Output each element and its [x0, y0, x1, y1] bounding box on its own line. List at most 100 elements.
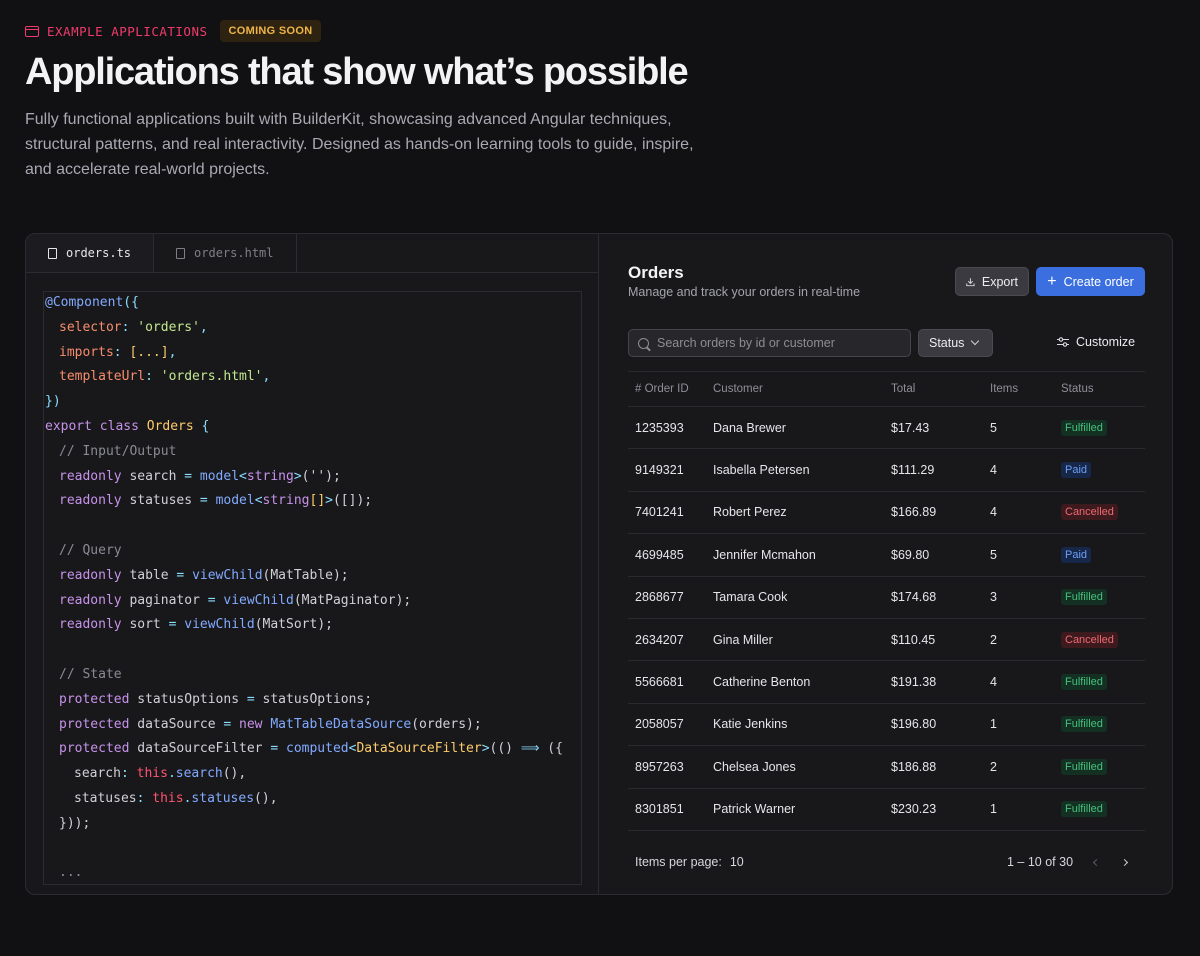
- column-header-items[interactable]: Items: [990, 383, 1061, 395]
- previous-page-button[interactable]: [1090, 856, 1102, 868]
- status-filter-dropdown[interactable]: Status: [918, 329, 993, 357]
- column-header-order-id[interactable]: # Order ID: [628, 383, 713, 395]
- order-id-cell: 1235393: [635, 420, 684, 435]
- chevron-left-icon: [1092, 858, 1100, 866]
- total-cell: $174.68: [891, 590, 937, 605]
- sliders-icon: [1057, 337, 1069, 347]
- plus-icon: +: [1047, 272, 1057, 290]
- table-row[interactable]: 2868677 Tamara Cook $174.68 3 Fulfilled: [628, 577, 1145, 619]
- table-body: 1235393 Dana Brewer $17.43 5 Fulfilled 914932…: [628, 407, 1145, 831]
- status-badge: Fulfilled: [1061, 674, 1107, 691]
- status-badge: Fulfilled: [1061, 758, 1107, 775]
- column-header-customer[interactable]: Customer: [713, 383, 891, 395]
- status-cell: Paid: [1061, 462, 1145, 479]
- page-range: 1 – 10 of 30: [1007, 855, 1074, 869]
- status-badge: Fulfilled: [1061, 801, 1107, 818]
- file-icon: [48, 247, 57, 259]
- next-page-button[interactable]: [1118, 856, 1130, 868]
- table-row[interactable]: 5566681 Catherine Benton $191.38 4 Fulfilled: [628, 661, 1145, 704]
- customer-cell: Dana Brewer: [713, 420, 786, 435]
- eyebrow: EXAMPLE APPLICATIONS COMING SOON: [25, 20, 725, 42]
- order-id-cell: 2868677: [635, 590, 684, 605]
- total-cell: $69.80: [891, 547, 930, 562]
- status-badge: Paid: [1061, 462, 1092, 479]
- customer-cell: Gina Miller: [713, 632, 773, 647]
- table-row[interactable]: 4699485 Jennifer Mcmahon $69.80 5 Paid: [628, 534, 1145, 577]
- status-badge: Cancelled: [1061, 631, 1118, 648]
- items-cell: 2: [990, 759, 997, 774]
- status-badge: Paid: [1061, 546, 1092, 563]
- customer-cell: Patrick Warner: [713, 802, 796, 817]
- items-cell: 4: [990, 505, 997, 520]
- export-button[interactable]: Export: [955, 267, 1029, 296]
- paginator: Items per page: 10 1 – 10 of 30: [635, 855, 1145, 869]
- items-cell: 5: [990, 420, 997, 435]
- customer-cell: Isabella Petersen: [713, 463, 810, 478]
- export-label: Export: [981, 274, 1018, 289]
- total-cell: $191.38: [891, 675, 937, 690]
- status-filter-label: Status: [929, 336, 965, 350]
- search-icon: [638, 337, 649, 349]
- search-input[interactable]: [657, 336, 897, 350]
- table-row[interactable]: 7401241 Robert Perez $166.89 4 Cancelled: [628, 492, 1145, 535]
- items-cell: 4: [990, 675, 997, 690]
- page-description: Fully functional applications built with…: [25, 110, 694, 178]
- customer-cell: Tamara Cook: [713, 590, 788, 605]
- customer-cell: Katie Jenkins: [713, 717, 788, 732]
- table-row[interactable]: 8301851 Patrick Warner $230.23 1 Fulfilled: [628, 789, 1145, 831]
- coming-soon-badge: COMING SOON: [219, 20, 322, 42]
- order-id-cell: 2058057: [635, 717, 684, 732]
- orders-pane: Orders Manage and track your orders in r…: [600, 234, 1172, 894]
- chevron-right-icon: [1120, 858, 1128, 866]
- table-row[interactable]: 9149321 Isabella Petersen $111.29 4 Paid: [628, 449, 1145, 492]
- status-cell: Cancelled: [1061, 504, 1145, 521]
- order-id-cell: 2634207: [635, 632, 684, 647]
- total-cell: $230.23: [891, 802, 937, 817]
- items-cell: 1: [990, 717, 997, 732]
- status-badge: Fulfilled: [1061, 589, 1107, 606]
- table-row[interactable]: 2058057 Katie Jenkins $196.80 1 Fulfilled: [628, 704, 1145, 747]
- chevron-down-icon: [971, 336, 980, 346]
- order-id-cell: 8957263: [635, 759, 684, 774]
- status-cell: Fulfilled: [1061, 419, 1145, 436]
- total-cell: $166.89: [891, 505, 937, 520]
- items-per-page-select[interactable]: 10: [730, 855, 744, 869]
- table-row[interactable]: 2634207 Gina Miller $110.45 2 Cancelled: [628, 619, 1145, 662]
- tab-orders-html[interactable]: orders.html: [154, 234, 297, 272]
- code-pane: orders.ts orders.html @Component({select…: [26, 234, 599, 894]
- orders-title: Orders: [628, 263, 684, 282]
- customer-cell: Catherine Benton: [713, 675, 811, 690]
- file-icon: [176, 247, 186, 259]
- customer-cell: Robert Perez: [713, 505, 787, 520]
- status-cell: Cancelled: [1061, 631, 1145, 648]
- customer-cell: Jennifer Mcmahon: [713, 547, 816, 562]
- page-title: Applications that show what’s possible: [25, 51, 689, 93]
- status-cell: Paid: [1061, 546, 1145, 563]
- code-editor[interactable]: @Component({selector: 'orders', imports: …: [43, 291, 582, 885]
- tab-orders-ts[interactable]: orders.ts: [26, 234, 155, 272]
- order-id-cell: 5566681: [635, 675, 684, 690]
- table-row[interactable]: 1235393 Dana Brewer $17.43 5 Fulfilled: [628, 407, 1145, 450]
- table-header: # Order ID Customer Total Items Status: [628, 371, 1145, 407]
- items-cell: 3: [990, 590, 997, 605]
- search-box[interactable]: [628, 329, 911, 357]
- customer-cell: Chelsea Jones: [713, 759, 796, 774]
- items-cell: 4: [990, 463, 997, 478]
- status-badge: Fulfilled: [1061, 419, 1107, 436]
- total-cell: $17.43: [891, 420, 930, 435]
- order-id-cell: 7401241: [635, 505, 684, 520]
- create-order-button[interactable]: + Create order: [1036, 267, 1145, 296]
- status-cell: Fulfilled: [1061, 758, 1145, 775]
- items-cell: 5: [990, 547, 997, 562]
- orders-subtitle: Manage and track your orders in real-tim…: [628, 285, 861, 299]
- window-icon: [25, 25, 39, 37]
- column-header-status[interactable]: Status: [1061, 383, 1145, 395]
- status-cell: Fulfilled: [1061, 801, 1145, 818]
- total-cell: $111.29: [891, 463, 935, 478]
- status-cell: Fulfilled: [1061, 674, 1145, 691]
- table-row[interactable]: 8957263 Chelsea Jones $186.88 2 Fulfilled: [628, 746, 1145, 789]
- customize-button[interactable]: Customize: [1057, 335, 1135, 349]
- column-header-total[interactable]: Total: [891, 383, 990, 395]
- tab-label: orders.ts: [66, 246, 132, 260]
- items-cell: 2: [990, 632, 997, 647]
